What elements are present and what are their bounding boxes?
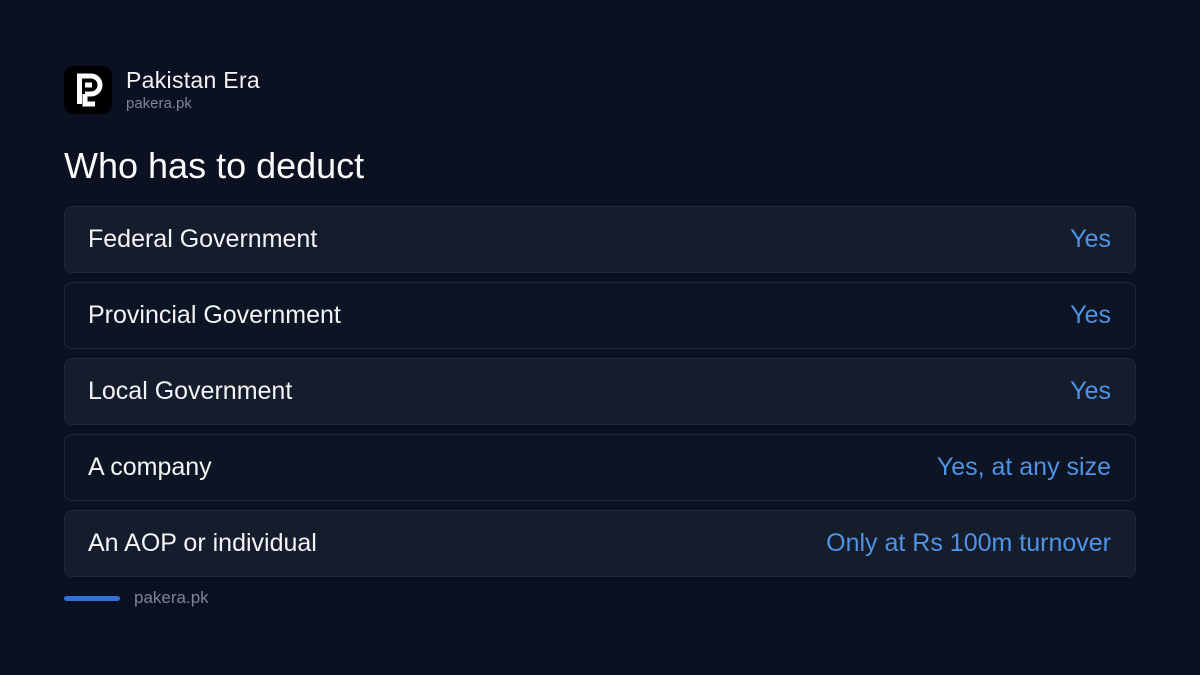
row-value: Yes, at any size xyxy=(936,453,1111,481)
list-item: Provincial Government Yes xyxy=(64,282,1136,349)
pakera-logo-icon xyxy=(64,66,112,114)
page-title: Who has to deduct xyxy=(64,145,365,186)
row-value: Only at Rs 100m turnover xyxy=(826,529,1111,557)
deductor-list: Federal Government Yes Provincial Govern… xyxy=(64,206,1136,586)
row-value: Yes xyxy=(1070,225,1111,253)
row-label: A company xyxy=(88,453,212,481)
row-label: Federal Government xyxy=(88,225,318,253)
row-value: Yes xyxy=(1070,377,1111,405)
row-label: An AOP or individual xyxy=(88,529,317,557)
row-label: Provincial Government xyxy=(88,301,341,329)
list-item: An AOP or individual Only at Rs 100m tur… xyxy=(64,510,1136,577)
brand-domain: pakera.pk xyxy=(126,94,192,112)
brand-text: Pakistan Era pakera.pk xyxy=(126,67,260,114)
row-label: Local Government xyxy=(88,377,293,405)
list-item: A company Yes, at any size xyxy=(64,434,1136,501)
list-item: Local Government Yes xyxy=(64,358,1136,425)
brand-header: Pakistan Era pakera.pk xyxy=(64,66,260,114)
brand-name: Pakistan Era xyxy=(126,66,260,93)
row-value: Yes xyxy=(1070,301,1111,329)
footer-accent-bar xyxy=(64,595,120,601)
list-item: Federal Government Yes xyxy=(64,206,1136,273)
footer-domain: pakera.pk xyxy=(134,588,209,607)
footer: pakera.pk xyxy=(64,588,209,608)
